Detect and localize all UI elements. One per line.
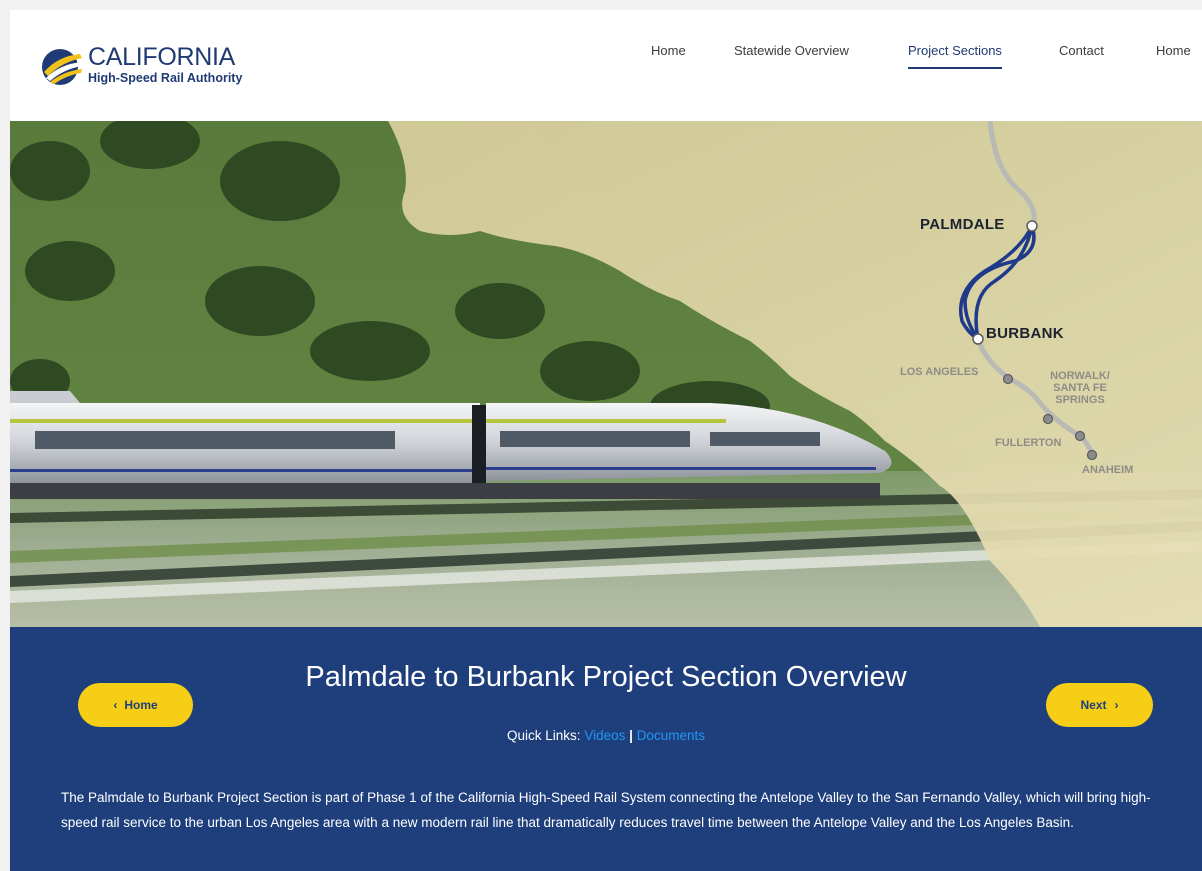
documents-link[interactable]: Documents [637, 728, 705, 743]
map-label-norwalk: NORWALK/ SANTA FE SPRINGS [1045, 370, 1115, 406]
nav-active-indicator [908, 67, 1002, 69]
page-title: Palmdale to Burbank Project Section Over… [305, 661, 907, 693]
logo-subtitle: High-Speed Rail Authority [88, 71, 243, 85]
nav-project-sections-label: Project Sections [908, 43, 1002, 58]
nav-statewide-overview[interactable]: Statewide Overview [734, 43, 849, 58]
quick-links-label: Quick Links: [507, 728, 581, 743]
nav-project-sections[interactable]: Project Sections [908, 43, 1002, 69]
map-label-palmdale: PALMDALE [920, 216, 1005, 233]
map-label-fullerton: FULLERTON [995, 437, 1062, 449]
videos-link[interactable]: Videos [584, 728, 625, 743]
map-label-burbank: BURBANK [986, 325, 1064, 342]
next-button[interactable]: Next › [1046, 683, 1153, 727]
nav-contact[interactable]: Contact [1059, 43, 1104, 58]
section-description: The Palmdale to Burbank Project Section … [61, 790, 1151, 830]
next-button-label: Next [1080, 698, 1107, 712]
site-header: CALIFORNIA High-Speed Rail Authority Hom… [10, 10, 1202, 121]
chevron-left-icon: ‹ [113, 698, 118, 712]
quick-links-separator: | [629, 728, 633, 743]
section-overview: Palmdale to Burbank Project Section Over… [10, 627, 1202, 871]
main-nav: Home Statewide Overview Project Sections… [10, 43, 1202, 73]
nav-home-secondary[interactable]: Home [1156, 43, 1191, 58]
map-label-norwalk-line2: SANTA FE [1053, 382, 1107, 394]
quick-links: Quick Links: Videos | Documents [10, 728, 1202, 743]
map-label-anaheim: ANAHEIM [1082, 464, 1134, 476]
page: CALIFORNIA High-Speed Rail Authority Hom… [10, 10, 1202, 871]
map-label-norwalk-line3: SPRINGS [1055, 394, 1105, 406]
map-label-norwalk-line1: NORWALK/ [1050, 370, 1110, 382]
home-button-label: Home [124, 698, 158, 712]
hero-banner: PALMDALE BURBANK LOS ANGELES NORWALK/ SA… [10, 121, 1202, 627]
chevron-right-icon: › [1114, 698, 1119, 712]
hero-illustration [10, 121, 1202, 627]
home-button[interactable]: ‹ Home [78, 683, 193, 727]
nav-home[interactable]: Home [651, 43, 686, 58]
map-label-los-angeles: LOS ANGELES [900, 366, 979, 378]
